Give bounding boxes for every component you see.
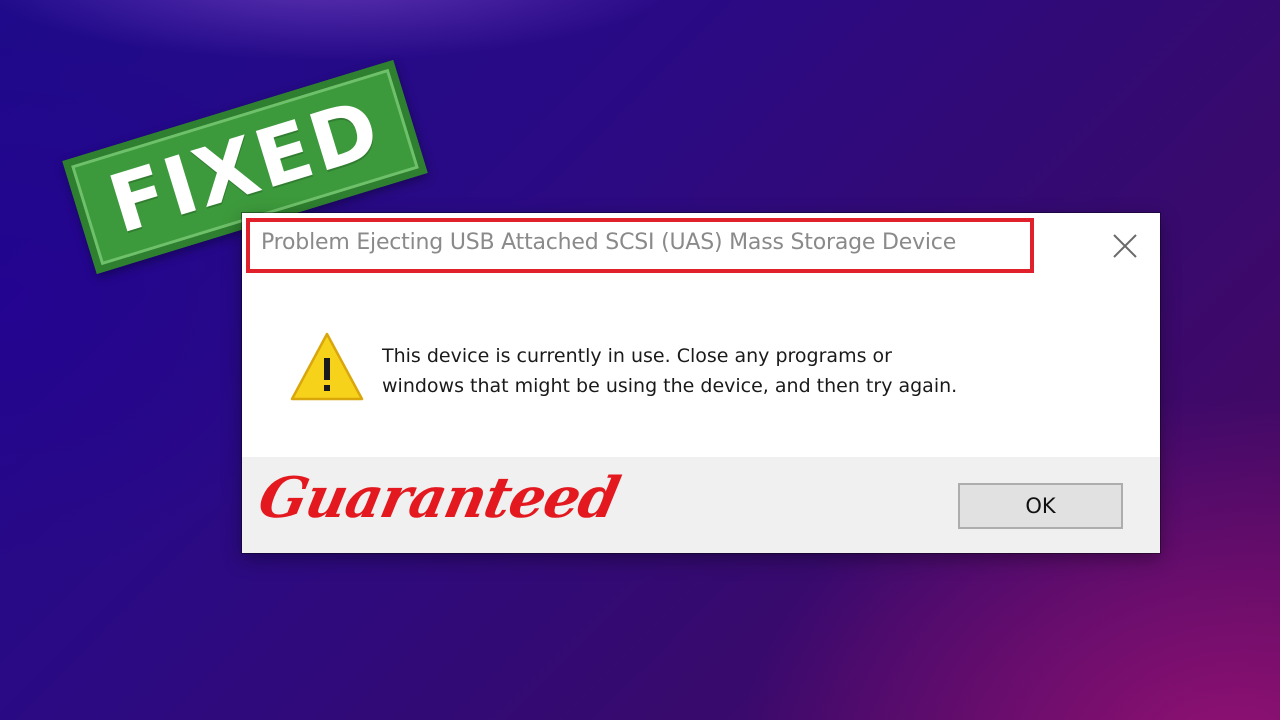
dialog-title-bar[interactable]: Problem Ejecting USB Attached SCSI (UAS)… <box>242 213 1160 279</box>
close-button[interactable] <box>1102 225 1148 267</box>
dialog-title: Problem Ejecting USB Attached SCSI (UAS)… <box>261 230 957 255</box>
guaranteed-signature: Guaranteed <box>252 465 625 531</box>
message-line-1: This device is currently in use. Close a… <box>382 345 892 367</box>
eject-error-dialog: Problem Ejecting USB Attached SCSI (UAS)… <box>242 213 1160 553</box>
close-icon <box>1113 234 1137 258</box>
dialog-footer: Guaranteed OK <box>242 457 1160 553</box>
dialog-message: This device is currently in use. Close a… <box>382 341 1122 401</box>
warning-icon <box>290 332 364 401</box>
message-line-2: windows that might be using the device, … <box>382 375 958 397</box>
ok-button[interactable]: OK <box>958 483 1123 529</box>
dialog-content: This device is currently in use. Close a… <box>242 279 1160 457</box>
